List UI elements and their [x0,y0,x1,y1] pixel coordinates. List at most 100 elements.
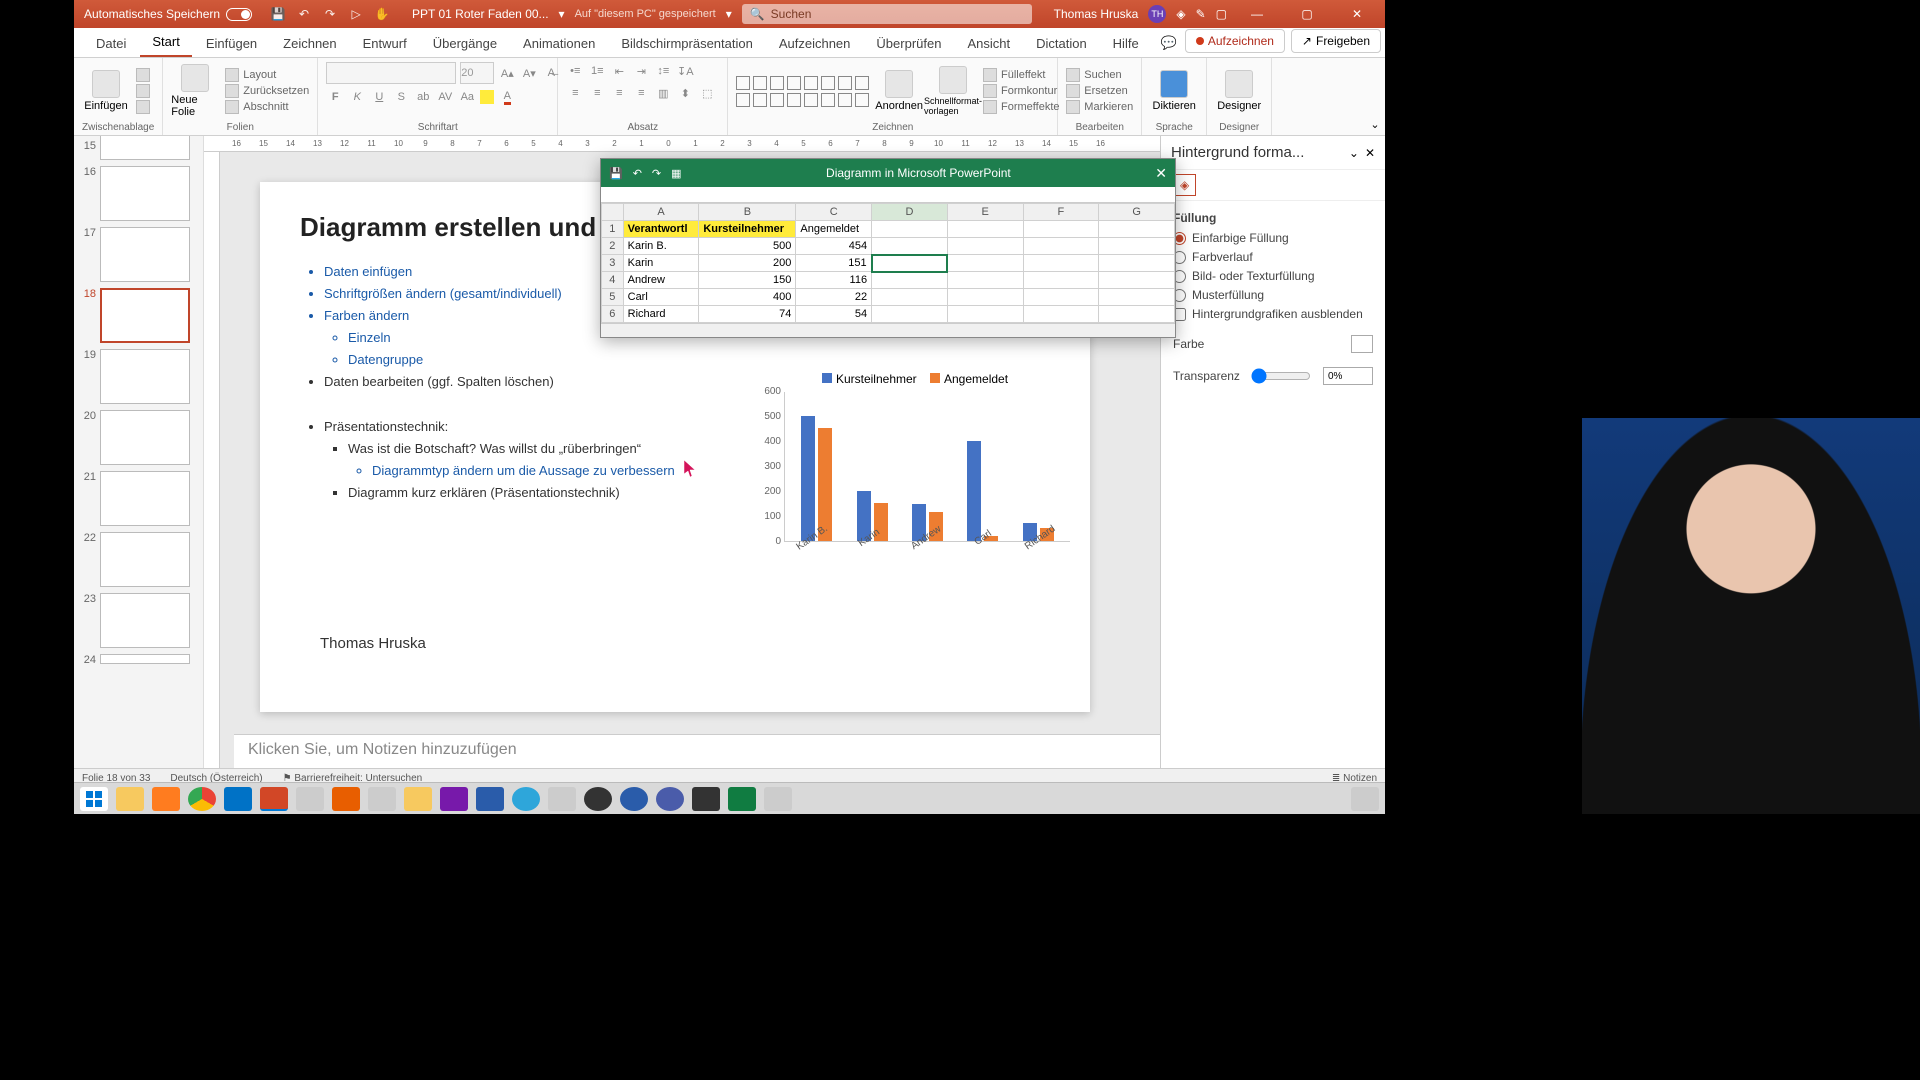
copy-button[interactable] [136,84,150,98]
outlook-icon[interactable] [224,787,252,811]
smartart-icon[interactable]: ⬚ [698,84,716,102]
section-header[interactable]: Füllung [1173,211,1373,225]
font-size-combo[interactable] [460,62,494,84]
save-icon[interactable]: 💾 [270,6,286,22]
tab-datei[interactable]: Datei [84,30,138,57]
thumb-21[interactable]: 21 [78,471,199,526]
onenote-icon[interactable] [440,787,468,811]
format-painter-button[interactable] [136,100,150,114]
tab-ueberpruefen[interactable]: Überprüfen [864,30,953,57]
shape-effects-button[interactable]: Formeffekte [983,100,1060,114]
chrome-icon[interactable] [188,787,216,811]
table-row[interactable]: 6 Richard 74 54 [602,306,1175,323]
select-button[interactable]: Markieren [1066,100,1133,114]
app-icon[interactable] [656,787,684,811]
dictate-button[interactable]: Diktieren [1150,70,1198,112]
chart[interactable]: Kursteilnehmer Angemeldet 60050040030020… [750,372,1070,592]
maximize-button[interactable]: ▢ [1287,0,1327,28]
cut-button[interactable] [136,68,150,82]
obs-icon[interactable] [584,787,612,811]
notes-placeholder[interactable]: Klicken Sie, um Notizen hinzuzufügen [234,734,1160,768]
designer-button[interactable]: Designer [1215,70,1263,112]
app-icon[interactable] [368,787,396,811]
font-family-combo[interactable] [326,62,456,84]
col-header[interactable]: F [1023,204,1099,221]
start-from-beginning-icon[interactable]: ▷ [348,6,364,22]
thumb-20[interactable]: 20 [78,410,199,465]
scrollbar-horizontal[interactable] [601,323,1175,337]
tab-hilfe[interactable]: Hilfe [1101,30,1151,57]
explorer-icon[interactable] [116,787,144,811]
col-header[interactable]: C [796,204,872,221]
app-icon[interactable] [296,787,324,811]
autosave-toggle[interactable]: Automatisches Speichern [84,7,252,21]
new-slide-button[interactable]: Neue Folie [171,64,219,118]
underline-button[interactable]: U [370,88,388,106]
radio-picture-fill[interactable]: Bild- oder Texturfüllung [1173,269,1373,283]
paste-button[interactable]: Einfügen [82,70,130,112]
reset-button[interactable]: Zurücksetzen [225,84,309,98]
close-button[interactable]: ✕ [1337,0,1377,28]
col-header[interactable]: E [947,204,1023,221]
close-icon[interactable]: ✕ [1155,165,1167,182]
highlight-button[interactable] [480,90,494,104]
dropdown-icon[interactable]: ▾ [559,7,565,21]
search-box[interactable]: 🔍 Suchen [742,4,1032,24]
numbering-icon[interactable]: 1≡ [588,62,606,80]
excel-icon[interactable] [728,787,756,811]
vlc-icon[interactable] [332,787,360,811]
indent-dec-icon[interactable]: ⇤ [610,62,628,80]
thumb-18[interactable]: 18 [78,288,199,343]
thumb-16[interactable]: 16 [78,166,199,221]
avatar[interactable]: TH [1148,5,1166,23]
table-row[interactable]: 2 Karin B. 500 454 [602,238,1175,255]
corner-cell[interactable] [602,204,624,221]
app-icon[interactable] [404,787,432,811]
replace-button[interactable]: Ersetzen [1066,84,1133,98]
touch-mode-icon[interactable]: ✋ [374,6,390,22]
dropdown-icon[interactable]: ▾ [726,7,732,21]
app-icon[interactable] [548,787,576,811]
checkbox-hide-bg[interactable]: Hintergrundgrafiken ausblenden [1173,307,1373,321]
col-header[interactable]: B [699,204,796,221]
app-icon[interactable] [620,787,648,811]
slide-thumbnails[interactable]: 15 16 17 18 19 20 21 22 23 24 [74,136,204,768]
align-text-icon[interactable]: ⬍ [676,84,694,102]
minimize-button[interactable]: — [1237,0,1277,28]
redo-icon[interactable]: ↷ [322,6,338,22]
app-icon[interactable] [764,787,792,811]
shape-outline-button[interactable]: Formkontur [983,84,1060,98]
arrange-button[interactable]: Anordnen [875,70,923,112]
firefox-icon[interactable] [152,787,180,811]
settings-icon[interactable] [692,787,720,811]
color-swatch-button[interactable] [1351,335,1373,353]
shadow-button[interactable]: ab [414,88,432,106]
thumb-23[interactable]: 23 [78,593,199,648]
radio-solid-fill[interactable]: Einfarbige Füllung [1173,231,1373,245]
shape-fill-button[interactable]: Fülleffekt [983,68,1060,82]
find-button[interactable]: Suchen [1066,68,1133,82]
tab-uebergaenge[interactable]: Übergänge [421,30,509,57]
formula-bar[interactable] [601,187,1175,203]
bold-button[interactable]: F [326,88,344,106]
windows-taskbar[interactable] [74,782,1385,814]
record-button[interactable]: Aufzeichnen [1185,29,1285,53]
tray-icon[interactable] [1351,787,1379,811]
tab-start[interactable]: Start [140,28,191,57]
bucket-tab-icon[interactable]: ◈ [1173,174,1196,196]
telegram-icon[interactable] [512,787,540,811]
text-direction-icon[interactable]: ↧A [676,62,694,80]
thumb-22[interactable]: 22 [78,532,199,587]
radio-gradient-fill[interactable]: Farbverlauf [1173,250,1373,264]
collapse-ribbon-icon[interactable]: ⌄ [1365,58,1385,135]
quick-styles-button[interactable]: Schnellformat-vorlagen [929,66,977,116]
font-color-button[interactable]: A [498,88,516,106]
selected-cell[interactable] [872,255,948,272]
col-header[interactable]: D [872,204,948,221]
comments-icon[interactable]: 💬 [1155,29,1183,57]
bullets-icon[interactable]: •≡ [566,62,584,80]
justify-icon[interactable]: ≡ [632,84,650,102]
chevron-down-icon[interactable]: ⌄ [1343,146,1365,160]
radio-pattern-fill[interactable]: Musterfüllung [1173,288,1373,302]
user-name[interactable]: Thomas Hruska [1054,7,1139,21]
